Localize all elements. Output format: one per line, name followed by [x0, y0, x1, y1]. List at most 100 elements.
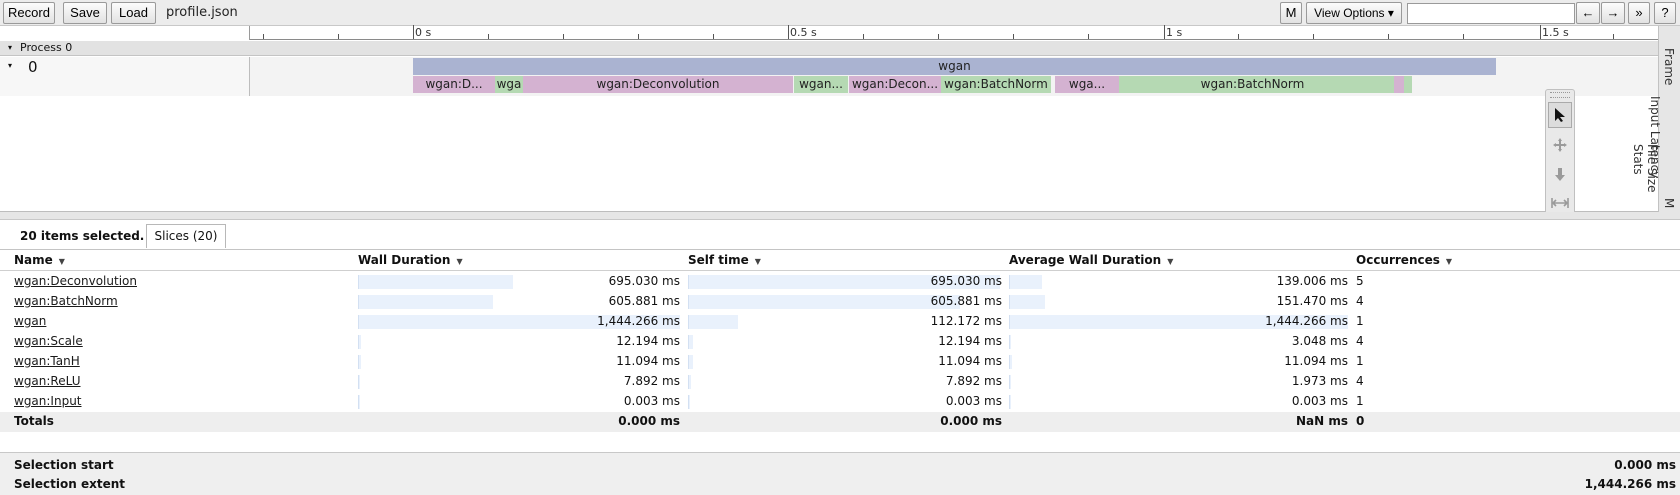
column-header-label: Wall Duration [358, 253, 451, 267]
slice-name-link[interactable]: wgan [14, 314, 46, 328]
expand-arrow-icon[interactable]: ▾ [8, 61, 12, 70]
find-previous-button[interactable]: ← [1576, 2, 1600, 24]
average-wall-duration-value: 11.094 ms [1284, 354, 1348, 368]
table-row[interactable]: wgan:ReLU 7.892 ms 7.892 ms 1.973 ms 4 [0, 372, 1680, 392]
zoom-tool-icon[interactable] [1548, 162, 1572, 188]
self-time-value: 11.094 ms [938, 354, 1002, 368]
trace-slice[interactable]: wgan:Decon... [849, 76, 941, 93]
occurrences-value: 4 [1356, 334, 1364, 348]
wall-duration-value: 11.094 ms [616, 354, 680, 368]
ruler-minor-tick [713, 34, 714, 39]
column-header-self-time[interactable]: Self time ▼ [688, 253, 761, 267]
trace-slice[interactable]: wgan:BatchNorm [1119, 76, 1386, 93]
self-time-value: 695.030 ms [930, 274, 1002, 288]
selection-start-label: Selection start [14, 458, 114, 472]
ruler-major-tick [1164, 25, 1165, 39]
ruler-tick-label: 1.5 s [1542, 26, 1569, 39]
column-header-average-wall-duration[interactable]: Average Wall Duration ▼ [1009, 253, 1173, 267]
panel-splitter[interactable] [0, 212, 1680, 220]
expand-arrow-icon[interactable]: ▾ [8, 41, 12, 55]
side-tab-frame[interactable]: Frame [1662, 48, 1676, 85]
totals-wall-duration: 0.000 ms [618, 414, 680, 428]
table-row[interactable]: wgan:TanH 11.094 ms 11.094 ms 11.094 ms 1 [0, 352, 1680, 372]
trace-slice[interactable] [1394, 76, 1404, 93]
ruler-minor-tick [263, 34, 264, 39]
average-wall-duration-value: 3.048 ms [1291, 334, 1348, 348]
wall-duration-value: 1,444.266 ms [597, 314, 680, 328]
average-wall-duration-value: 139.006 ms [1276, 274, 1348, 288]
trace-slice[interactable]: wgan:Deconvolution [523, 76, 793, 93]
average-wall-duration-value: 1,444.266 ms [1265, 314, 1348, 328]
totals-average-wall-duration: NaN ms [1295, 414, 1348, 428]
side-panel-tabs: Frame Input Latency File Size Stats M [1631, 26, 1680, 212]
ruler-tick-label: 1 s [1166, 26, 1183, 39]
save-button[interactable]: Save [63, 2, 107, 24]
sort-arrow-icon: ▼ [1167, 257, 1174, 266]
column-header-occurrences[interactable]: Occurrences ▼ [1356, 253, 1452, 267]
analysis-header: 20 items selected. Slices (20) [0, 220, 1680, 250]
search-input[interactable] [1407, 3, 1575, 24]
record-button[interactable]: Record [3, 2, 55, 24]
column-header-label: Average Wall Duration [1009, 253, 1162, 267]
table-row[interactable]: wgan:BatchNorm 605.881 ms 605.881 ms 151.47… [0, 292, 1680, 312]
occurrences-value: 1 [1356, 314, 1364, 328]
metadata-button[interactable]: M [1280, 2, 1302, 24]
column-header-wall-duration[interactable]: Wall Duration ▼ [358, 253, 463, 267]
self-time-value: 605.881 ms [930, 294, 1002, 308]
table-row[interactable]: wgan:Deconvolution 695.030 ms 695.030 ms 13… [0, 272, 1680, 292]
timeline-track-view[interactable]: 0 s 0.5 s 1 s 1.5 s ▾ Process 0 ▾ 0 wgan wga… [0, 25, 1658, 219]
load-button[interactable]: Load [111, 2, 156, 24]
slice-name-link[interactable]: wgan:Scale [14, 334, 83, 348]
column-header-label: Occurrences [1356, 253, 1440, 267]
select-tool-icon[interactable] [1548, 102, 1572, 128]
table-row[interactable]: wgan 1,444.266 ms 112.172 ms 1,444.266 ms 1 [0, 312, 1680, 332]
pan-tool-icon[interactable] [1548, 132, 1572, 158]
wall-duration-value: 7.892 ms [623, 374, 680, 388]
filename-label: profile.json [166, 5, 238, 20]
trace-slice[interactable] [1404, 76, 1412, 93]
occurrences-value: 4 [1356, 374, 1364, 388]
more-button[interactable]: » [1628, 2, 1650, 24]
trace-slice[interactable] [1386, 76, 1394, 93]
wall-duration-value: 605.881 ms [608, 294, 680, 308]
totals-self-time: 0.000 ms [940, 414, 1002, 428]
self-time-value: 0.003 ms [945, 394, 1002, 408]
occurrences-value: 1 [1356, 394, 1364, 408]
side-tab-metadata[interactable]: M [1662, 198, 1676, 208]
column-header-name[interactable]: Name ▼ [14, 253, 65, 267]
table-row[interactable]: wgan:Input 0.003 ms 0.003 ms 0.003 ms 1 [0, 392, 1680, 412]
trace-slice[interactable]: wgan:D... [413, 76, 495, 93]
slice-name-link[interactable]: wgan:TanH [14, 354, 80, 368]
divider [0, 270, 1680, 271]
slice-name-link[interactable]: wgan:ReLU [14, 374, 81, 388]
find-next-button[interactable]: → [1601, 2, 1625, 24]
grip-icon[interactable] [1550, 92, 1570, 98]
ruler-minor-tick [1463, 34, 1464, 39]
table-row[interactable]: wgan:Scale 12.194 ms 12.194 ms 3.048 ms 4 [0, 332, 1680, 352]
view-options-button[interactable]: View Options ▾ [1306, 2, 1402, 24]
trace-slice[interactable]: wgan:BatchNorm [941, 76, 1051, 93]
trace-slice[interactable]: wga [495, 76, 523, 93]
trace-slice[interactable]: wgan [413, 58, 1496, 75]
slice-name-link[interactable]: wgan:BatchNorm [14, 294, 118, 308]
trace-slice[interactable]: wga... [1055, 76, 1119, 93]
tab-slices[interactable]: Slices (20) [146, 224, 226, 248]
ruler-minor-tick [1388, 34, 1389, 39]
time-ruler[interactable]: 0 s 0.5 s 1 s 1.5 s [0, 25, 1658, 40]
ruler-tick-label: 0.5 s [790, 26, 817, 39]
process-header[interactable]: ▾ Process 0 [0, 41, 1658, 56]
self-time-value: 112.172 ms [930, 314, 1002, 328]
ruler-minor-tick [1613, 34, 1614, 39]
thread-label: 0 [28, 58, 38, 76]
slice-name-link[interactable]: wgan:Input [14, 394, 82, 408]
ruler-minor-tick [488, 34, 489, 39]
trace-slice[interactable]: wgan... [794, 76, 848, 93]
thread-row[interactable]: ▾ 0 wgan wgan:D... wga wgan:Deconvolution wg… [0, 57, 1658, 96]
slice-name-link[interactable]: wgan:Deconvolution [14, 274, 137, 288]
thread-label-cell: ▾ 0 [0, 57, 250, 96]
occurrences-value: 5 [1356, 274, 1364, 288]
side-tab-file-size-stats[interactable]: File Size Stats [1631, 144, 1659, 212]
column-header-label: Self time [688, 253, 749, 267]
average-wall-duration-value: 1.973 ms [1291, 374, 1348, 388]
help-button[interactable]: ? [1654, 2, 1676, 24]
